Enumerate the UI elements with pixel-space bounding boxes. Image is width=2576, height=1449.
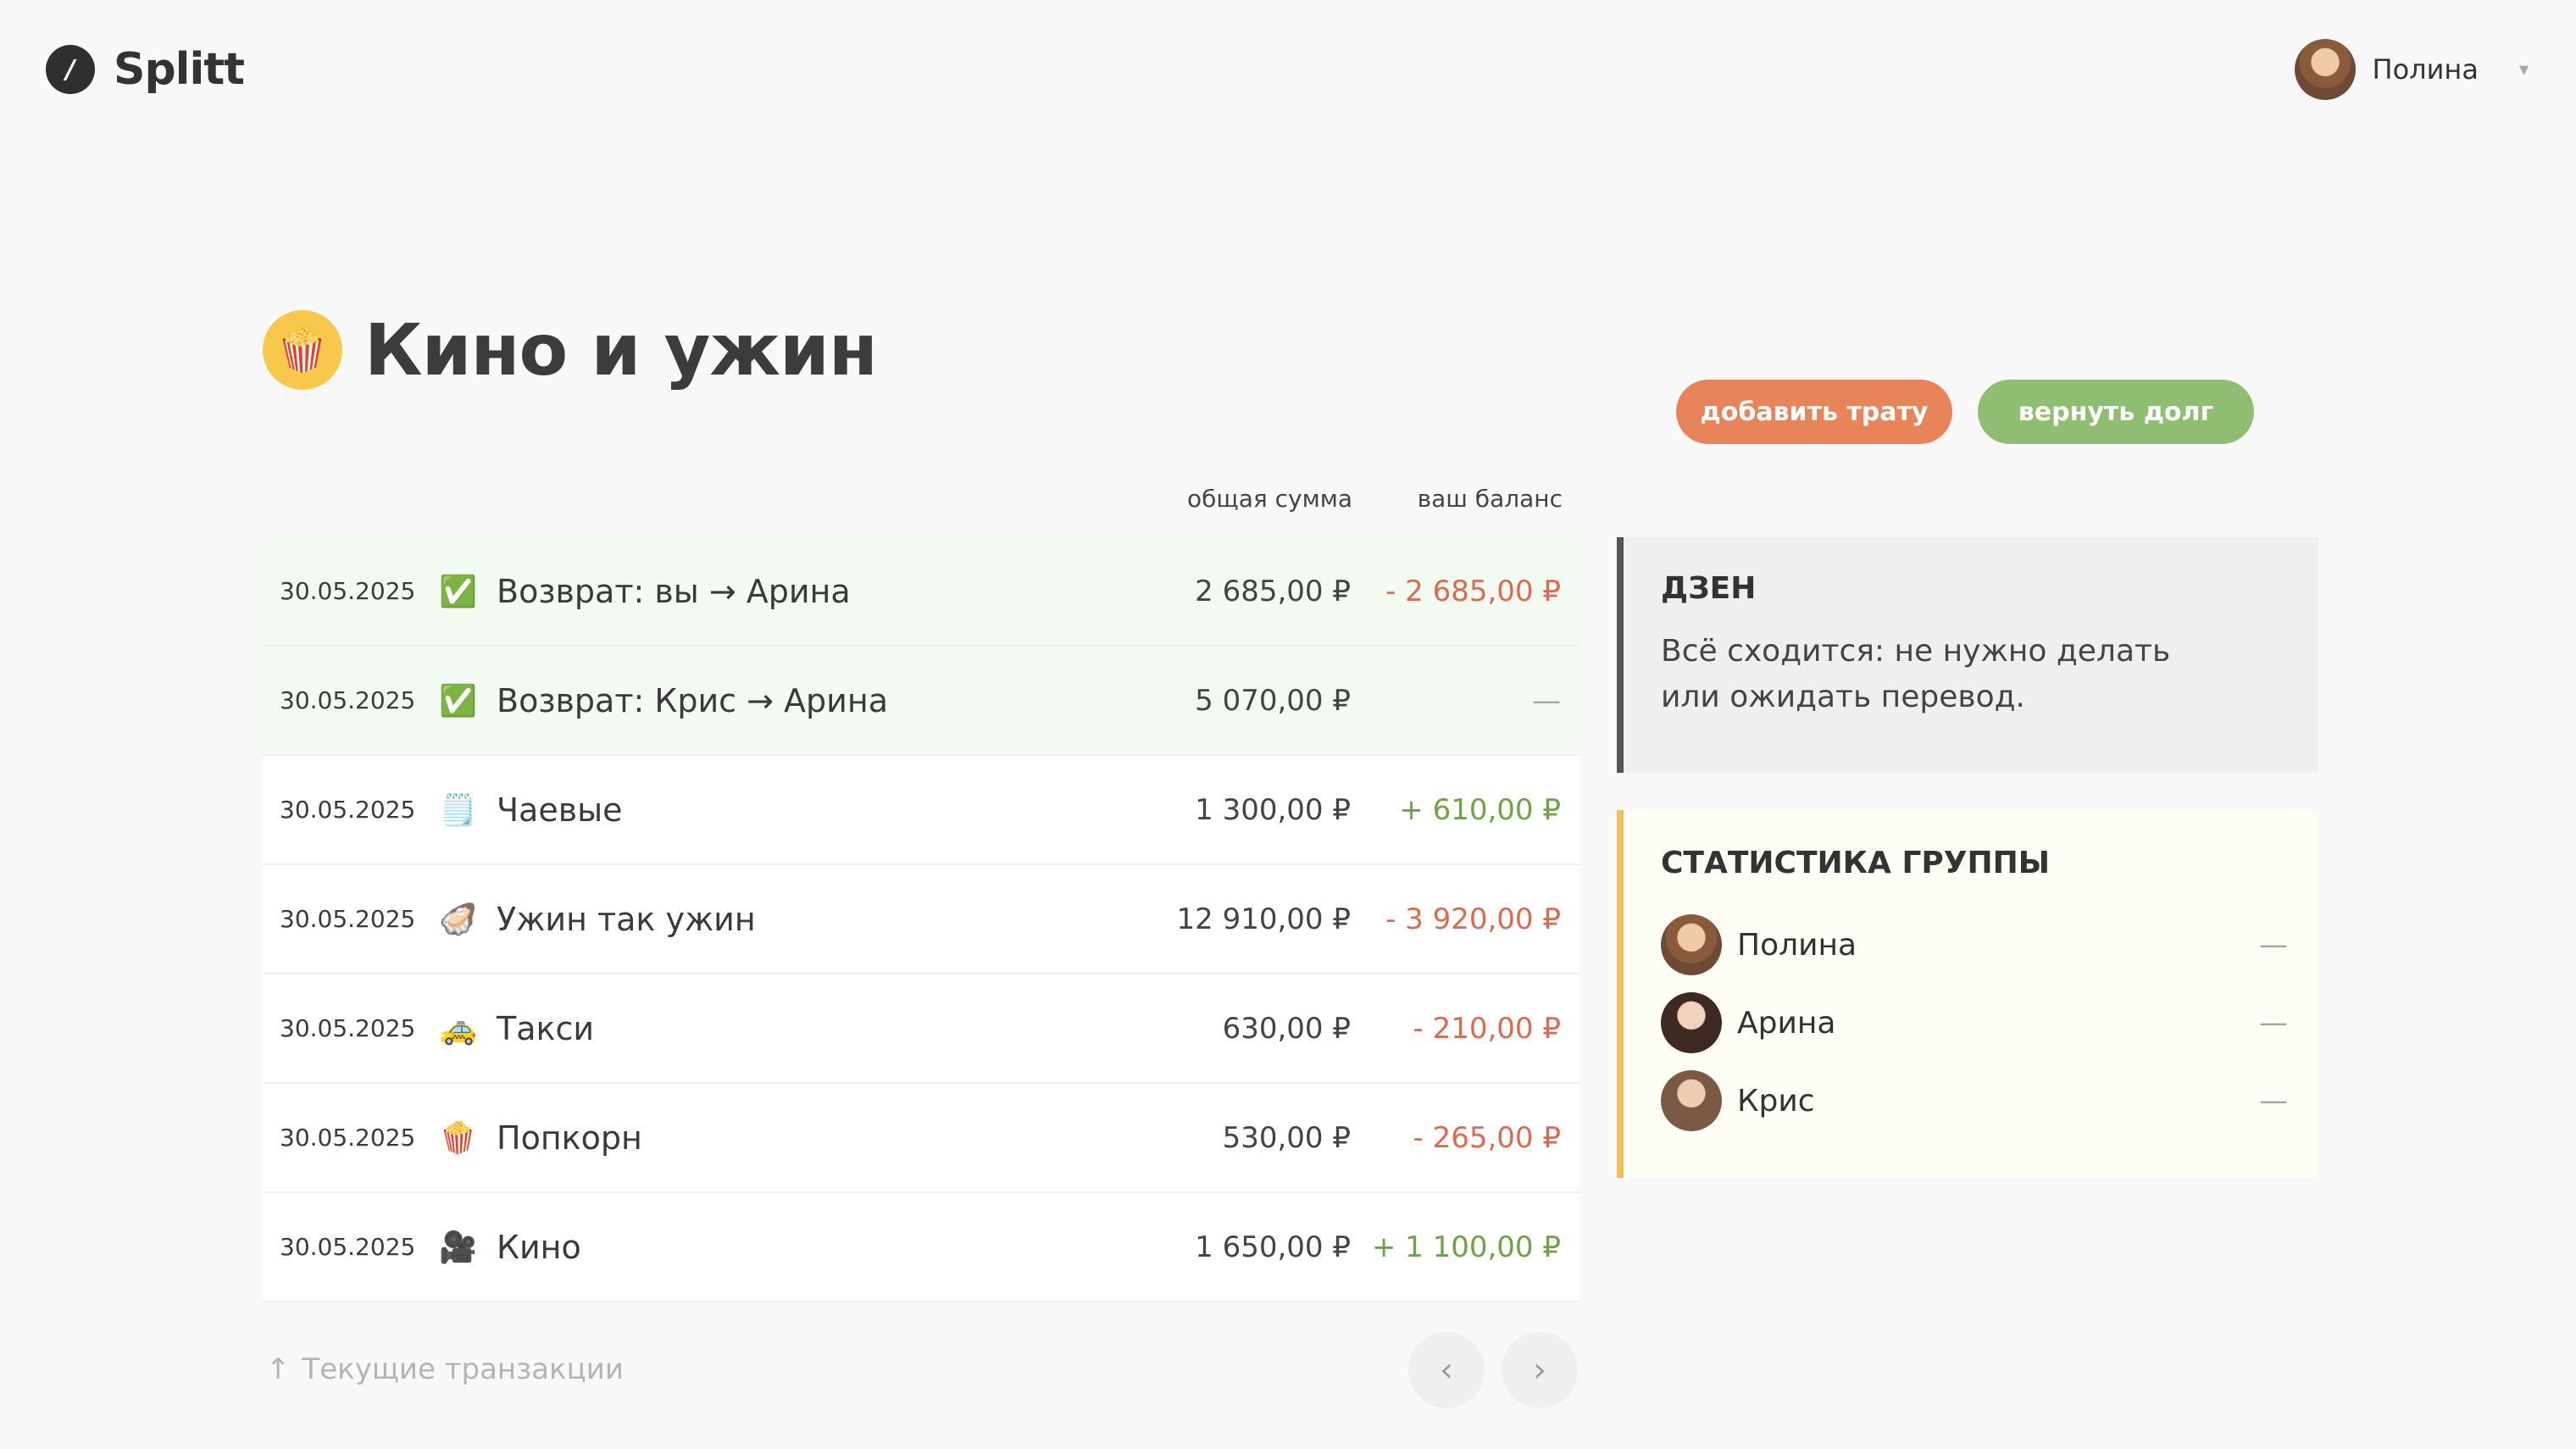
- transaction-balance: - 210,00 ₽: [1413, 1011, 1561, 1046]
- transaction-icon: 🎥: [439, 1230, 477, 1265]
- arrow-up-icon: ↑: [266, 1352, 291, 1386]
- group-stats-card: СТАТИСТИКА ГРУППЫ Полина — Арина — Крис …: [1617, 810, 2318, 1178]
- app-logo[interactable]: / Splitt: [46, 44, 245, 95]
- transaction-icon: ✅: [439, 683, 477, 719]
- transaction-row[interactable]: 30.05.2025 🎥 Кино 1 650,00 ₽ + 1 100,00 …: [263, 1193, 1579, 1302]
- group-header: 🍿 Кино и ужин: [263, 308, 878, 391]
- transaction-amount: 12 910,00 ₽: [1176, 902, 1351, 936]
- transaction-name: Кино: [497, 1228, 581, 1266]
- transaction-date: 30.05.2025: [280, 905, 416, 933]
- transaction-amount: 5 070,00 ₽: [1195, 683, 1351, 718]
- member-avatar: [1661, 992, 1722, 1053]
- transaction-row[interactable]: 30.05.2025 🚕 Такси 630,00 ₽ - 210,00 ₽: [263, 974, 1579, 1084]
- zen-heading: ДЗЕН: [1661, 571, 1757, 606]
- transaction-icon: 🍿: [439, 1120, 477, 1156]
- user-name: Полина: [2372, 53, 2479, 86]
- transaction-name: Такси: [497, 1009, 595, 1047]
- transaction-balance: - 3 920,00 ₽: [1385, 902, 1561, 936]
- column-header-total: общая сумма: [1186, 485, 1352, 513]
- transaction-row[interactable]: 30.05.2025 🦪 Ужин так ужин 12 910,00 ₽ -…: [263, 865, 1579, 974]
- transaction-icon: 🦪: [439, 902, 477, 937]
- transaction-icon: 🗒️: [439, 792, 477, 828]
- member-name: Полина: [1737, 927, 1857, 963]
- transaction-row[interactable]: 30.05.2025 🗒️ Чаевые 1 300,00 ₽ + 610,00…: [263, 756, 1579, 865]
- zen-text: Всё сходится: не нужно делать или ожидат…: [1661, 634, 2171, 714]
- chevron-down-icon[interactable]: ▾: [2519, 59, 2529, 80]
- stats-heading: СТАТИСТИКА ГРУППЫ: [1661, 846, 2051, 880]
- logo-icon: /: [46, 45, 95, 94]
- repay-debt-button[interactable]: вернуть долг: [1978, 380, 2254, 444]
- add-expense-button[interactable]: добавить трату: [1676, 380, 1952, 444]
- transaction-balance: + 610,00 ₽: [1399, 792, 1561, 827]
- transaction-amount: 630,00 ₽: [1222, 1011, 1351, 1046]
- current-transactions-label: Текущие транзакции: [302, 1352, 624, 1386]
- transaction-name: Чаевые: [497, 791, 623, 829]
- prev-page-button[interactable]: ‹: [1408, 1332, 1485, 1408]
- column-header-balance: ваш баланс: [1417, 485, 1563, 513]
- transaction-date: 30.05.2025: [280, 796, 416, 824]
- app-name: Splitt: [114, 44, 245, 95]
- member-row[interactable]: Крис —: [1661, 1069, 2288, 1132]
- transaction-name: Возврат: вы → Арина: [497, 572, 851, 610]
- transaction-row[interactable]: 30.05.2025 ✅ Возврат: вы → Арина 2 685,0…: [263, 537, 1579, 647]
- transactions-list: 30.05.2025 ✅ Возврат: вы → Арина 2 685,0…: [263, 537, 1579, 1302]
- member-avatar: [1661, 1070, 1722, 1131]
- current-transactions-link[interactable]: ↑ Текущие транзакции: [266, 1352, 624, 1386]
- transaction-amount: 530,00 ₽: [1222, 1120, 1351, 1155]
- transaction-row[interactable]: 30.05.2025 🍿 Попкорн 530,00 ₽ - 265,00 ₽: [263, 1084, 1579, 1193]
- next-page-button[interactable]: ›: [1502, 1332, 1578, 1408]
- member-balance: —: [2259, 928, 2288, 962]
- popcorn-icon: 🍿: [263, 310, 342, 390]
- transaction-balance: + 1 100,00 ₽: [1371, 1230, 1561, 1264]
- member-avatar: [1661, 914, 1722, 975]
- transaction-icon: 🚕: [439, 1011, 477, 1046]
- member-name: Крис: [1737, 1083, 1815, 1119]
- transaction-icon: ✅: [439, 574, 477, 609]
- transaction-date: 30.05.2025: [280, 686, 416, 714]
- member-row[interactable]: Арина —: [1661, 991, 2288, 1054]
- transaction-name: Ужин так ужин: [497, 900, 756, 938]
- transaction-date: 30.05.2025: [280, 1233, 416, 1261]
- transaction-date: 30.05.2025: [280, 1014, 416, 1042]
- page-title: Кино и ужин: [364, 308, 878, 391]
- member-balance: —: [2259, 1006, 2288, 1040]
- member-row[interactable]: Полина —: [1661, 913, 2288, 976]
- transaction-balance: - 265,00 ₽: [1413, 1120, 1561, 1155]
- transaction-balance: - 2 685,00 ₽: [1385, 574, 1561, 608]
- member-name: Арина: [1737, 1005, 1836, 1041]
- transaction-amount: 2 685,00 ₽: [1195, 574, 1351, 608]
- user-avatar: [2294, 39, 2356, 100]
- transaction-name: Возврат: Крис → Арина: [497, 681, 888, 719]
- member-balance: —: [2259, 1084, 2288, 1118]
- transaction-date: 30.05.2025: [280, 577, 416, 605]
- transaction-row[interactable]: 30.05.2025 ✅ Возврат: Крис → Арина 5 070…: [263, 647, 1579, 756]
- transaction-balance: —: [1532, 683, 1561, 718]
- transaction-name: Попкорн: [497, 1119, 642, 1157]
- transaction-amount: 1 300,00 ₽: [1195, 792, 1351, 827]
- transaction-amount: 1 650,00 ₽: [1195, 1230, 1351, 1264]
- zen-card: ДЗЕН Всё сходится: не нужно делать или о…: [1617, 537, 2318, 773]
- transaction-date: 30.05.2025: [280, 1124, 416, 1152]
- user-menu[interactable]: Полина ▾: [2294, 39, 2529, 100]
